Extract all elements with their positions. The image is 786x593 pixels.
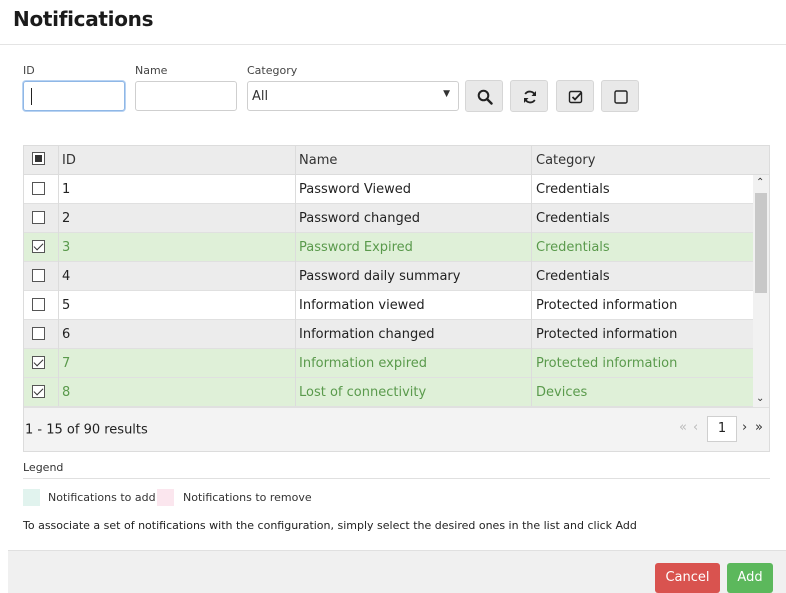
search-icon (477, 89, 493, 105)
cell-name: Password daily summary (299, 269, 461, 284)
row-checkbox[interactable] (32, 269, 45, 282)
uncheck-all-icon (614, 90, 628, 104)
column-divider (531, 146, 532, 406)
cell-category: Credentials (536, 211, 610, 226)
row-checkbox[interactable] (32, 385, 45, 398)
cell-category: Credentials (536, 240, 610, 255)
column-header-name[interactable]: Name (299, 153, 337, 168)
check-all-icon (568, 90, 583, 104)
row-checkbox[interactable] (32, 356, 45, 369)
cell-id: 2 (62, 211, 71, 226)
category-filter-select[interactable]: All ▼ (247, 81, 459, 111)
cell-category: Protected information (536, 356, 678, 371)
table-row[interactable]: 2 Password changed Credentials (24, 204, 753, 233)
select-all-checkbox[interactable] (32, 152, 45, 165)
cell-name: Password Viewed (299, 182, 411, 197)
table-row[interactable]: 1 Password Viewed Credentials (24, 175, 753, 204)
table-row[interactable]: 8 Lost of connectivity Devices (24, 378, 753, 407)
refresh-icon (524, 90, 536, 104)
legend-swatch-add (23, 489, 40, 506)
last-page-icon[interactable]: » (755, 420, 763, 435)
first-page-icon[interactable]: « (679, 420, 687, 435)
page-title: Notifications (13, 7, 154, 31)
next-page-icon[interactable]: › (742, 420, 747, 435)
table-row[interactable]: 6 Information changed Protected informatio… (24, 320, 753, 349)
cell-id: 5 (62, 298, 71, 313)
cell-category: Protected information (536, 327, 678, 342)
prev-page-icon[interactable]: ‹ (693, 420, 698, 435)
id-filter-input[interactable] (23, 81, 125, 111)
scroll-up-icon[interactable]: ⌃ (756, 177, 764, 188)
cell-id: 3 (62, 240, 71, 255)
search-button[interactable] (465, 80, 503, 112)
column-header-category[interactable]: Category (536, 153, 595, 168)
cell-name: Password Expired (299, 240, 413, 255)
refresh-button[interactable] (510, 80, 548, 112)
cell-category: Credentials (536, 269, 610, 284)
legend-remove-label: Notifications to remove (183, 491, 312, 504)
results-count: 1 - 15 of 90 results (25, 422, 148, 438)
grid-rows: 1 Password Viewed Credentials 2 Password cha… (24, 175, 753, 407)
cell-id: 1 (62, 182, 71, 197)
text-cursor (31, 88, 32, 105)
cell-name: Information expired (299, 356, 428, 371)
scroll-down-icon[interactable]: ⌄ (756, 393, 764, 404)
category-selected-value: All (252, 89, 269, 104)
cell-category: Protected information (536, 298, 678, 313)
column-header-id[interactable]: ID (62, 153, 76, 168)
row-checkbox[interactable] (32, 240, 45, 253)
cell-category: Credentials (536, 182, 610, 197)
uncheck-all-button[interactable] (601, 80, 639, 112)
table-row[interactable]: 7 Information expired Protected informatio… (24, 349, 753, 378)
cell-id: 6 (62, 327, 71, 342)
table-row[interactable]: 5 Information viewed Protected information (24, 291, 753, 320)
grid-footer: 1 - 15 of 90 results « ‹ 1 › » (24, 407, 769, 451)
row-checkbox[interactable] (32, 327, 45, 340)
pagination: « ‹ 1 › » (679, 416, 765, 442)
check-all-button[interactable] (556, 80, 594, 112)
row-checkbox[interactable] (32, 298, 45, 311)
help-text: To associate a set of notifications with… (23, 519, 637, 532)
category-filter-label: Category (247, 64, 298, 77)
name-filter-label: Name (135, 64, 168, 77)
grid-header: ID Name Category (24, 146, 769, 175)
name-filter-input[interactable] (135, 81, 237, 111)
cell-name: Lost of connectivity (299, 385, 427, 400)
cell-name: Information changed (299, 327, 435, 342)
table-row[interactable]: 4 Password daily summary Credentials (24, 262, 753, 291)
notifications-grid: ID Name Category 1 Password Viewed Credent… (23, 145, 770, 452)
page-number-input[interactable]: 1 (707, 416, 737, 442)
column-divider (295, 146, 296, 406)
cell-name: Information viewed (299, 298, 425, 313)
cell-name: Password changed (299, 211, 420, 226)
legend-title: Legend (23, 461, 64, 474)
cancel-button[interactable]: Cancel (655, 563, 720, 593)
cell-id: 4 (62, 269, 71, 284)
legend-add-label: Notifications to add (48, 491, 156, 504)
cell-id: 8 (62, 385, 71, 400)
table-row[interactable]: 3 Password Expired Credentials (24, 233, 753, 262)
scrollbar-thumb[interactable] (755, 193, 767, 293)
legend-swatch-remove (157, 489, 174, 506)
vertical-scrollbar[interactable]: ⌃ ⌄ (753, 175, 769, 407)
title-divider (0, 44, 786, 45)
legend-divider (23, 478, 770, 479)
id-filter-label: ID (23, 64, 35, 77)
row-checkbox[interactable] (32, 182, 45, 195)
cell-id: 7 (62, 356, 71, 371)
column-divider (58, 146, 59, 406)
row-checkbox[interactable] (32, 211, 45, 224)
add-button[interactable]: Add (727, 563, 773, 593)
cell-category: Devices (536, 385, 588, 400)
chevron-down-icon: ▼ (443, 89, 450, 99)
